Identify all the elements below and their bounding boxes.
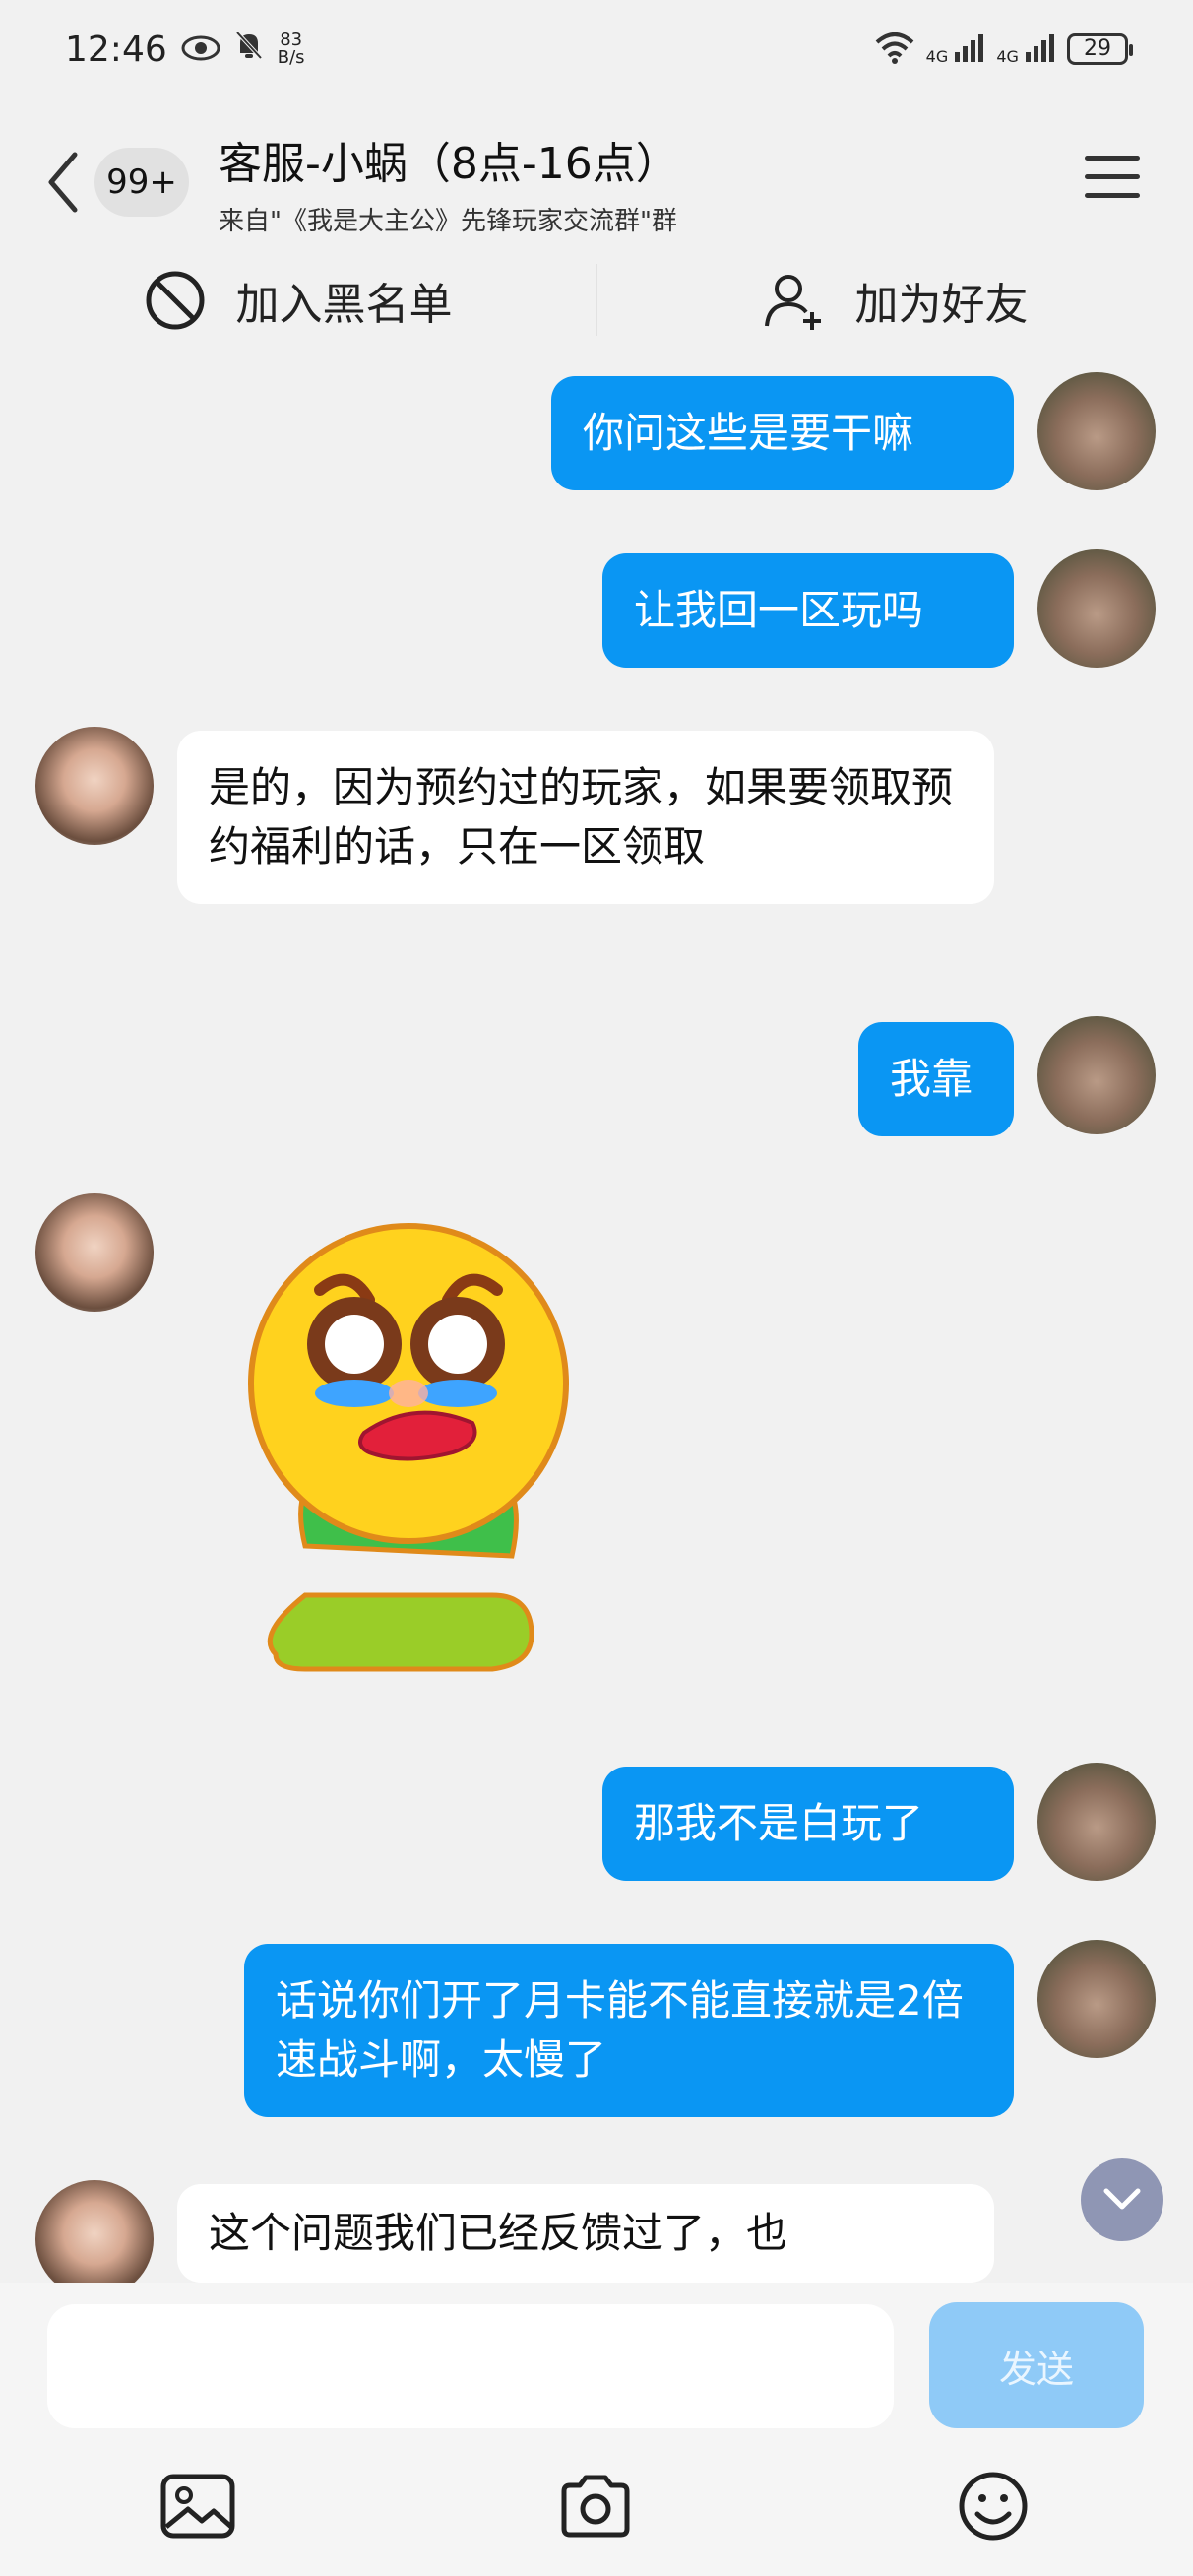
menu-button[interactable]: [1085, 156, 1140, 205]
add-friend-label: 加为好友: [854, 279, 1029, 330]
camera-button[interactable]: [541, 2452, 650, 2560]
status-time: 12:46: [65, 29, 167, 70]
chat-header: 99+ 客服-小蜗（8点-16点） 来自"《我是大主公》先锋玩家交流群"群: [0, 118, 1193, 246]
avatar-self[interactable]: [1037, 549, 1156, 668]
avatar-agent[interactable]: [35, 2180, 154, 2298]
message-bubble-sent[interactable]: 话说你们开了月卡能不能直接就是2倍速战斗啊，太慢了: [244, 1944, 1014, 2117]
signal-2: 4G: [996, 32, 1057, 66]
avatar-agent[interactable]: [35, 1193, 154, 1312]
message-bubble-sent[interactable]: 让我回一区玩吗: [602, 553, 1014, 668]
message-bubble-sent[interactable]: 那我不是白玩了: [602, 1767, 1014, 1881]
image-button[interactable]: [144, 2452, 252, 2560]
scroll-to-bottom-button[interactable]: [1081, 2158, 1163, 2241]
crying-kneeling-emoji-sticker[interactable]: [246, 1221, 581, 1684]
message-bubble-sent[interactable]: 我靠: [858, 1022, 1014, 1136]
chat-title: 客服-小蜗（8点-16点）: [219, 138, 679, 189]
avatar-self[interactable]: [1037, 1016, 1156, 1134]
title-block: 客服-小蜗（8点-16点） 来自"《我是大主公》先锋玩家交流群"群: [219, 128, 679, 237]
chat-subtitle: 来自"《我是大主公》先锋玩家交流群"群: [219, 206, 677, 236]
blacklist-label: 加入黑名单: [235, 279, 453, 330]
battery-indicator: 29: [1067, 33, 1133, 65]
emoji-button[interactable]: [939, 2452, 1047, 2560]
block-icon: [146, 271, 204, 329]
net-speed: 83 B/s: [277, 30, 305, 68]
blacklist-button[interactable]: 加入黑名单: [0, 246, 596, 354]
send-button[interactable]: 发送: [929, 2302, 1144, 2428]
composer: 发送: [0, 2283, 1193, 2576]
camera-icon: [561, 2475, 630, 2538]
avatar-self[interactable]: [1037, 1763, 1156, 1881]
chevron-left-icon: [48, 152, 78, 213]
image-icon: [160, 2474, 235, 2539]
message-input[interactable]: [47, 2304, 894, 2428]
avatar-self[interactable]: [1037, 1940, 1156, 2058]
avatar-self[interactable]: [1037, 372, 1156, 490]
bell-muted-icon: [234, 30, 264, 70]
status-left: 12:46 83 B/s: [65, 30, 305, 70]
chevron-down-icon: [1103, 2188, 1141, 2210]
message-bubble-sent[interactable]: 你问这些是要干嘛: [551, 376, 1014, 490]
avatar-agent[interactable]: [35, 727, 154, 845]
status-right: 4G 4G 29: [873, 31, 1133, 68]
menu-icon: [1085, 156, 1140, 161]
add-user-icon: [764, 274, 821, 330]
add-friend-button[interactable]: 加为好友: [597, 246, 1193, 354]
wifi-icon: [873, 31, 916, 68]
unread-badge[interactable]: 99+: [94, 148, 189, 217]
message-bubble-received[interactable]: 是的，因为预约过的玩家，如果要领取预约福利的话，只在一区领取: [177, 731, 994, 904]
smiley-icon: [959, 2472, 1028, 2541]
signal-1: 4G: [926, 32, 987, 66]
message-bubble-received[interactable]: 这个问题我们已经反馈过了，也: [177, 2184, 994, 2283]
back-button[interactable]: [35, 143, 91, 222]
action-bar: 加入黑名单 加为好友: [0, 246, 1193, 354]
status-bar: 12:46 83 B/s 4G 4G 29: [0, 0, 1193, 98]
eye-icon: [181, 30, 220, 70]
composer-tools: [0, 2452, 1193, 2560]
sticker-image: [248, 1223, 569, 1672]
